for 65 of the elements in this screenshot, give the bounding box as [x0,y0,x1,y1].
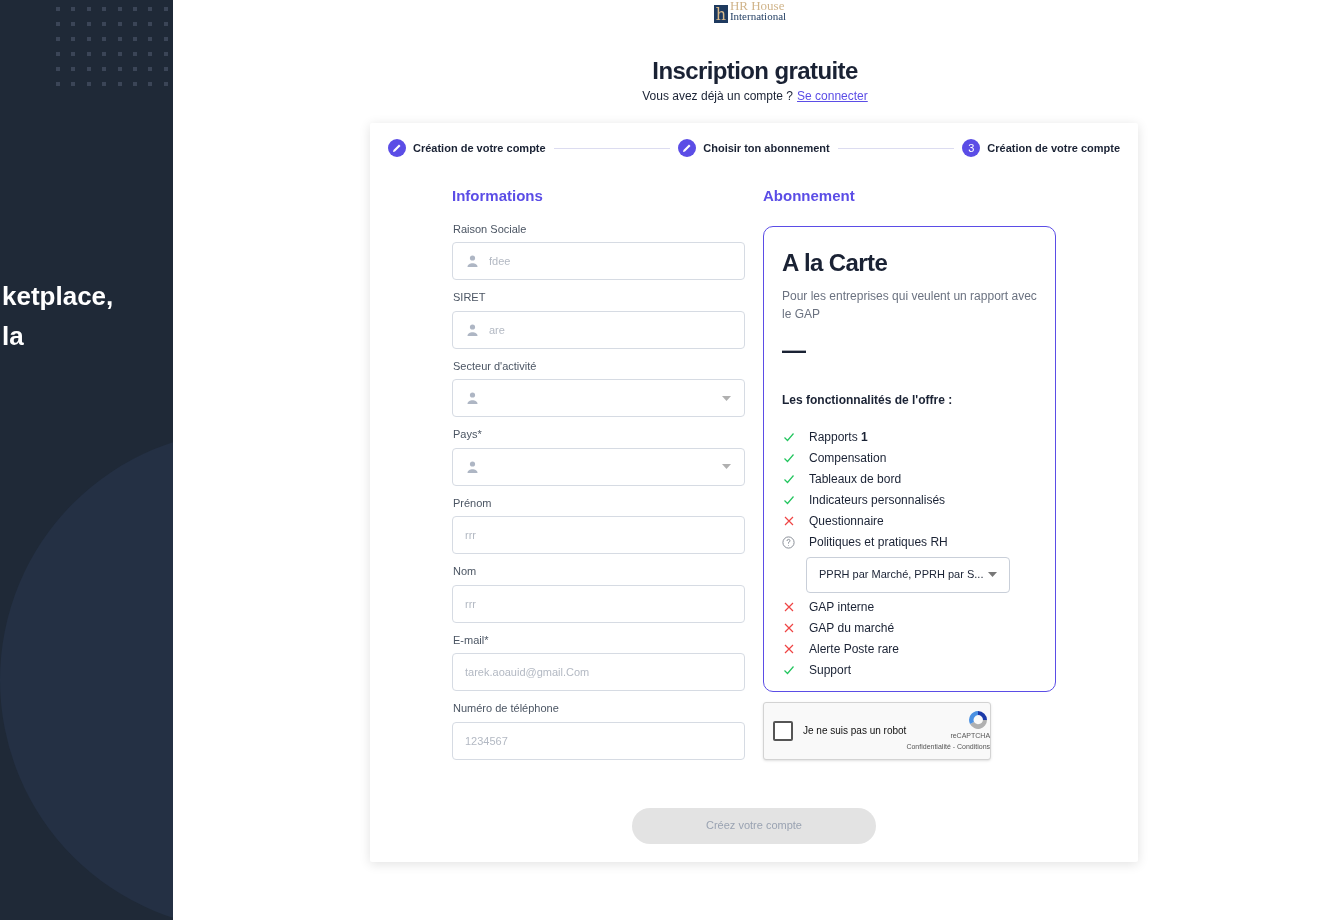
input-field[interactable]: rrr [452,516,745,554]
step-number: 3 [962,139,981,157]
field-label: Raison Sociale [452,221,528,237]
plan-card[interactable] [763,225,1056,692]
login-link[interactable]: Se connecter [797,87,868,105]
feature-item: Rapports 1 [809,429,868,446]
section-title: Informations [452,186,544,206]
field-label: Prénom [452,495,493,511]
person-icon [467,255,478,267]
step-label[interactable]: Création de votre compte [413,139,546,157]
feature-item: Support [809,662,852,679]
input-field[interactable]: tarek.aoauid@gmail.Com [452,653,745,691]
question-icon [782,535,795,549]
caret-icon [722,464,731,469]
check-icon [782,452,795,464]
cross-icon [782,601,795,613]
feature-item: Indicateurs personnalisés [809,492,946,509]
feature-item: GAP du marché [809,620,895,637]
plan-price: — [782,334,807,365]
feature-item: Politiques et pratiques RH [809,534,948,551]
step-label[interactable]: Choisir ton abonnement [703,139,830,157]
step-label[interactable]: Création de votre compte [987,139,1120,157]
logo-name: HR House [729,1,786,11]
captcha-checkbox[interactable] [773,720,793,741]
field-label: Nom [452,564,478,579]
input-field[interactable]: fdee [452,242,745,280]
field-label: Numéro de téléphone [452,701,560,716]
feature-item: Alerte Poste rare [809,641,900,658]
select-field[interactable] [452,447,745,486]
field-label: E-mail* [452,632,490,648]
cross-icon [782,643,795,655]
check-icon [782,664,795,676]
person-icon [467,460,478,473]
logo-subtitle: International [729,11,787,21]
person-icon [467,323,478,336]
check-icon [782,431,795,443]
tagline-text: ketplace, [2,280,115,313]
field-label: SIRET [452,290,487,305]
input-field[interactable]: 1234567 [452,721,745,760]
feature-item: GAP interne [809,599,875,616]
section-title: Abonnement [763,186,856,206]
cross-icon [782,622,795,634]
select-field[interactable]: PPRH par Marché, PPRH par S... [806,556,1010,593]
features-heading: Les fonctionnalités de l'offre : [782,391,954,409]
login-prompt: Vous avez déjà un compte ? [642,88,794,105]
input-field[interactable]: rrr [452,584,745,623]
captcha-label: Je ne suis pas un robot [803,724,907,738]
caret-icon [722,395,731,401]
field-label: Pays* [452,427,483,442]
plan-description: Pour les entreprises qui veulent un rapport avec le GAP [782,287,1037,323]
input-field[interactable]: are [452,310,745,349]
logo-mark: h [713,5,728,23]
page-title: Inscription gratuite [652,56,858,86]
cross-icon [782,515,795,527]
select-field[interactable] [452,379,745,417]
field-label: Secteur d'activité [452,358,538,374]
tagline-text: la [2,320,25,353]
feature-item: Questionnaire [809,513,884,530]
caret-icon [988,572,997,577]
feature-item: Compensation [809,450,887,467]
person-icon [467,392,478,404]
plan-name: A la Carte [782,247,889,278]
feature-item: Tableaux de bord [809,471,902,488]
check-icon [782,494,795,506]
check-icon [782,473,795,485]
